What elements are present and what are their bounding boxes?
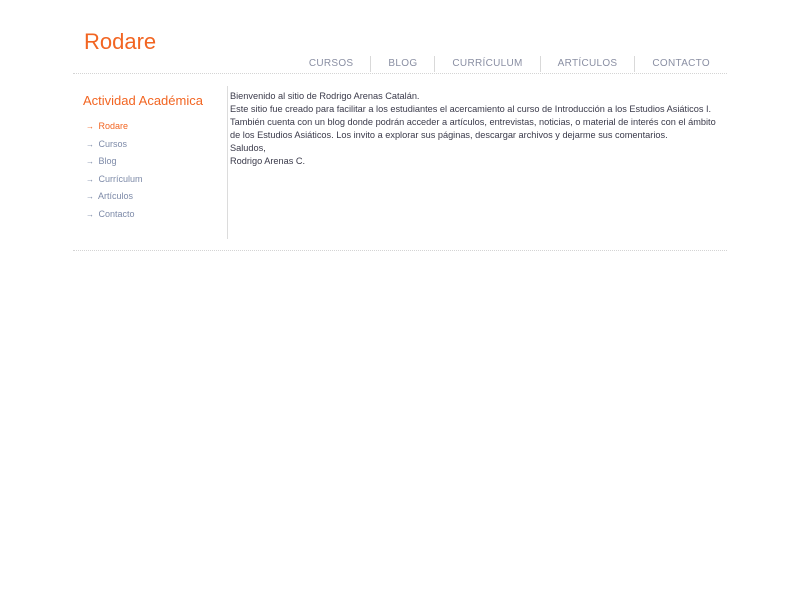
sidebar-item-blog[interactable]: → Blog — [86, 153, 227, 171]
closing-text: Saludos, — [230, 142, 266, 153]
sidebar-item-articulos[interactable]: → Artículos — [86, 188, 227, 206]
sidebar-item-label: Artículos — [98, 191, 134, 202]
sidebar-item-label: Currículum — [98, 173, 143, 184]
top-nav-item-articulos[interactable]: ARTÍCULOS — [539, 56, 635, 72]
arrow-right-icon: → — [86, 157, 94, 167]
sidebar-item-curriculum[interactable]: → Currículum — [86, 171, 227, 189]
sidebar-heading: Actividad Académica — [83, 93, 203, 108]
page: Rodare CURSOS BLOG CURRÍCULUM ARTÍCULOS … — [0, 0, 800, 600]
top-nav-item-blog[interactable]: BLOG — [370, 56, 434, 72]
sidebar-item-label: Contacto — [98, 208, 135, 219]
sidebar-item-label: Blog — [98, 156, 117, 167]
arrow-right-icon: → — [86, 174, 94, 184]
signature-text: Rodrigo Arenas C. — [230, 155, 306, 166]
footer-divider — [73, 250, 727, 251]
sidebar-item-rodare[interactable]: → Rodare — [86, 118, 227, 136]
sidebar-item-contacto[interactable]: → Contacto — [86, 206, 227, 224]
top-nav-item-curriculum[interactable]: CURRÍCULUM — [434, 56, 539, 72]
top-nav-item-contacto[interactable]: CONTACTO — [634, 56, 727, 72]
arrow-right-icon: → — [86, 209, 94, 219]
intro-paragraph: Este sitio fue creado para facilitar a l… — [230, 103, 716, 140]
arrow-right-icon: → — [86, 122, 94, 131]
sidebar-item-label: Rodare — [98, 121, 129, 131]
sidebar-item-label: Cursos — [98, 138, 128, 149]
top-navigation: CURSOS BLOG CURRÍCULUM ARTÍCULOS CONTACT… — [292, 56, 727, 72]
arrow-right-icon: → — [86, 139, 94, 149]
main-content: Bienvenido al sitio de Rodrigo Arenas Ca… — [230, 90, 725, 167]
sidebar: Actividad Académica → Rodare → Cursos → … — [73, 86, 228, 239]
arrow-right-icon: → — [86, 192, 94, 202]
sidebar-menu: → Rodare → Cursos → Blog → Currículum → … — [86, 118, 227, 224]
sidebar-item-cursos[interactable]: → Cursos — [86, 136, 227, 154]
site-title[interactable]: Rodare — [84, 28, 156, 56]
header-divider — [73, 73, 727, 74]
welcome-text: Bienvenido al sitio de Rodrigo Arenas Ca… — [230, 91, 420, 101]
top-nav-item-cursos[interactable]: CURSOS — [292, 56, 371, 72]
